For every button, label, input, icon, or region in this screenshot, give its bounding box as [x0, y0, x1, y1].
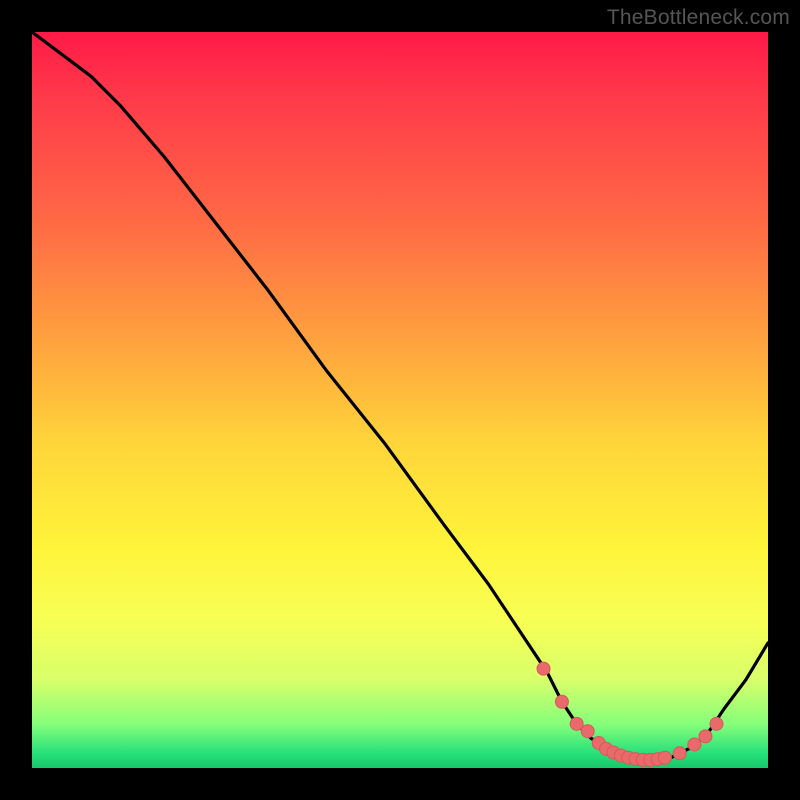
- valley-marker: [699, 730, 712, 743]
- curve-line: [32, 32, 768, 761]
- plot-area: [32, 32, 768, 768]
- chart-frame: TheBottleneck.com: [0, 0, 800, 800]
- valley-marker: [555, 695, 568, 708]
- valley-marker: [537, 662, 550, 675]
- valley-marker: [570, 717, 583, 730]
- chart-svg: [32, 32, 768, 768]
- attribution-label: TheBottleneck.com: [607, 6, 790, 30]
- valley-marker: [673, 747, 686, 760]
- valley-marker: [581, 725, 594, 738]
- valley-marker: [658, 751, 671, 764]
- valley-marker: [710, 717, 723, 730]
- valley-marker: [688, 738, 701, 751]
